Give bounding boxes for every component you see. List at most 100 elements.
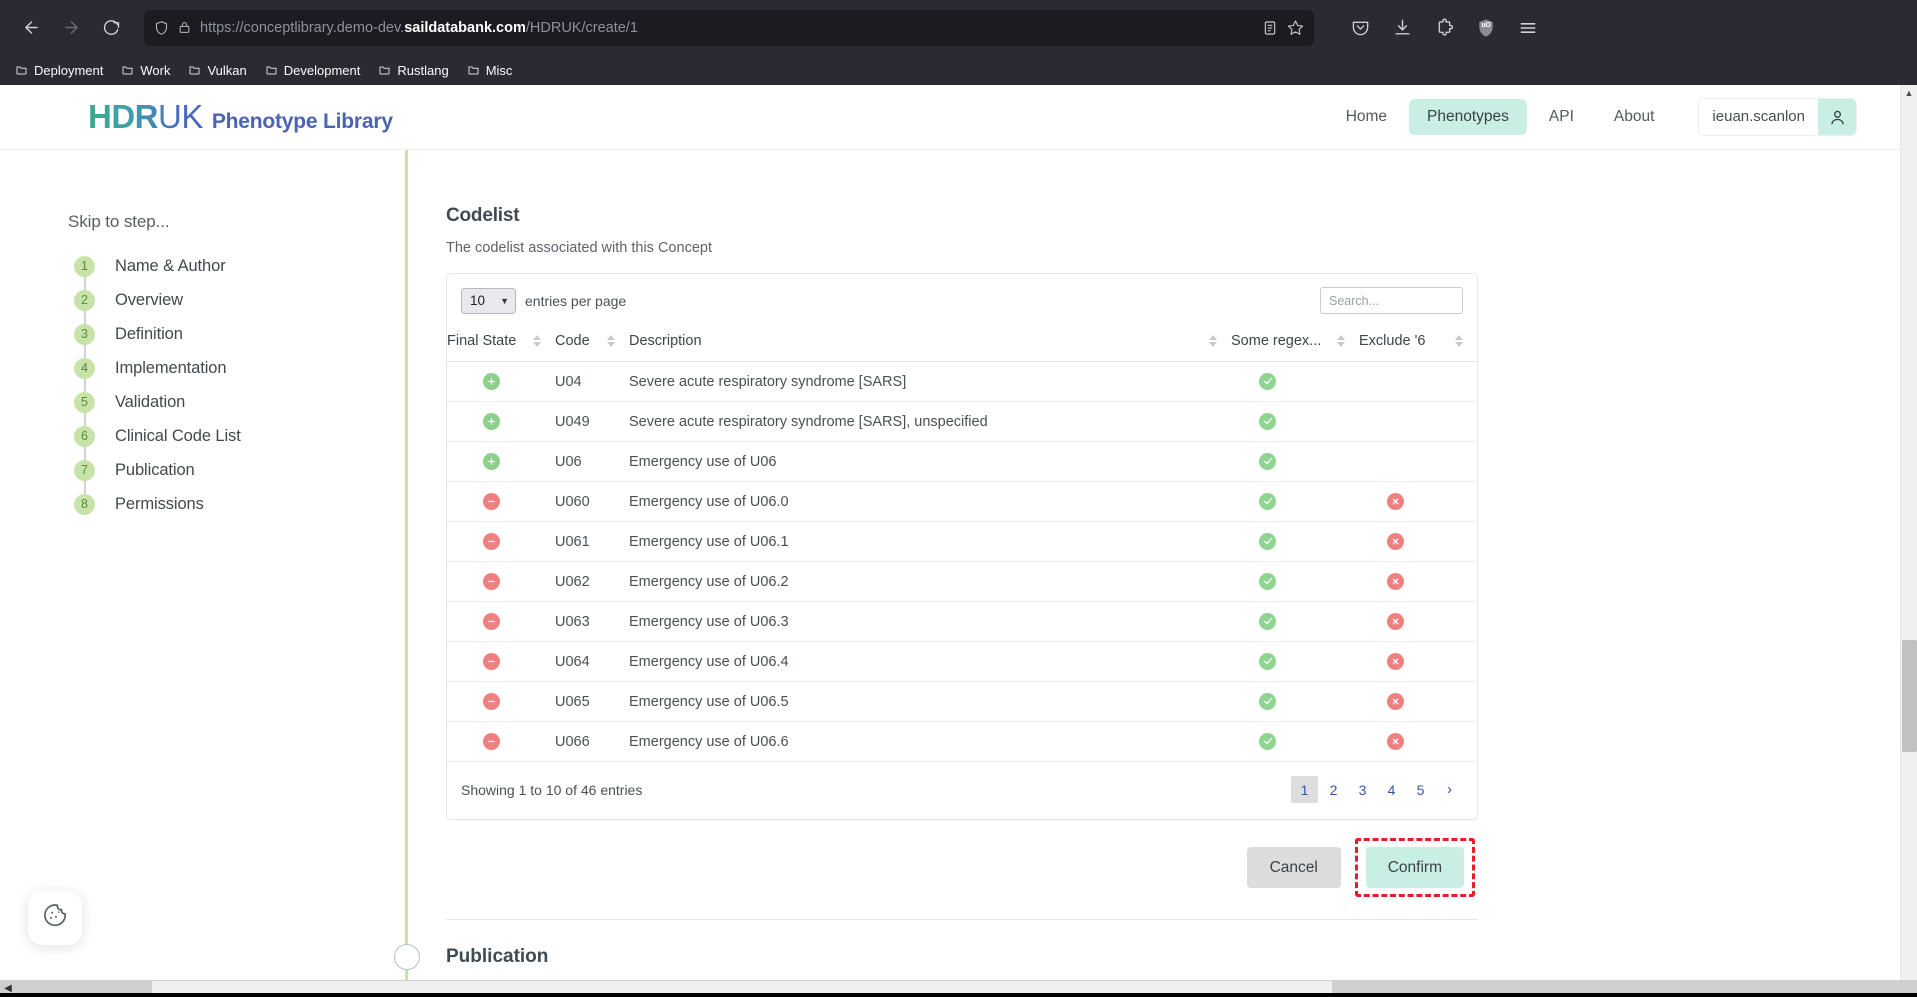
table-row: U060 Emergency use of U06.0 <box>447 481 1477 522</box>
ublock-origin-icon[interactable]: uO <box>1470 12 1502 44</box>
regex-check-icon <box>1259 412 1276 430</box>
pocket-icon[interactable] <box>1344 12 1376 44</box>
site-title: Phenotype Library <box>211 110 393 133</box>
sidebar-step-name-author[interactable]: 1 Name & Author <box>68 249 405 283</box>
scroll-up-icon[interactable]: ▲ <box>1901 85 1917 101</box>
cell-final-state <box>447 561 555 602</box>
cell-final-state <box>447 521 555 562</box>
exclude-minus-icon[interactable] <box>483 613 500 630</box>
regex-check-icon <box>1259 612 1276 630</box>
address-bar[interactable]: https://conceptlibrary.demo-dev.saildata… <box>144 9 1314 46</box>
column-header-exclude[interactable]: Exclude '6 <box>1359 327 1477 362</box>
vertical-scrollbar[interactable]: ▲ <box>1900 85 1917 997</box>
column-header-description[interactable]: Description <box>629 327 1231 362</box>
page-3-button[interactable]: 3 <box>1349 776 1376 803</box>
exclude-minus-icon[interactable] <box>483 653 500 670</box>
folder-icon <box>265 64 278 76</box>
sidebar-step-clinical-code-list[interactable]: 6 Clinical Code List <box>68 419 405 453</box>
url-scheme: https:// <box>200 19 244 36</box>
exclude-minus-icon[interactable] <box>483 573 500 590</box>
nav-about[interactable]: About <box>1596 99 1673 135</box>
column-header-final-state[interactable]: Final State <box>447 327 555 362</box>
cancel-button[interactable]: Cancel <box>1246 847 1341 888</box>
column-label: Description <box>629 333 702 349</box>
regex-check-icon <box>1259 452 1276 470</box>
regex-check-icon <box>1259 492 1276 510</box>
bookmark-label: Work <box>140 62 171 78</box>
page-title: Codelist <box>446 205 520 226</box>
page-1-button[interactable]: 1 <box>1291 776 1318 803</box>
reader-view-icon[interactable] <box>1262 20 1278 36</box>
star-icon[interactable] <box>1287 19 1304 36</box>
bookmark-misc[interactable]: Misc <box>460 60 520 81</box>
cell-exclude <box>1359 561 1477 602</box>
confirm-button[interactable]: Confirm <box>1365 847 1464 888</box>
column-header-code[interactable]: Code <box>555 327 629 362</box>
page-subtitle: The codelist associated with this Concep… <box>446 240 712 256</box>
main-navigation: Home Phenotypes API About ieuan.scanlon <box>1328 98 1857 136</box>
regex-check-icon <box>1259 572 1276 590</box>
bookmark-vulkan[interactable]: Vulkan <box>181 60 253 81</box>
exclude-minus-icon[interactable] <box>483 533 500 550</box>
include-plus-icon[interactable] <box>483 453 500 470</box>
cell-description: Emergency use of U06.0 <box>629 481 1231 522</box>
sidebar-step-definition[interactable]: 3 Definition <box>68 317 405 351</box>
cell-exclude <box>1359 401 1477 442</box>
step-label: Permissions <box>115 494 204 513</box>
page-5-button[interactable]: 5 <box>1407 776 1434 803</box>
skip-to-step-label: Skip to step... <box>68 212 170 231</box>
hamburger-menu-icon[interactable] <box>1512 12 1544 44</box>
page-2-button[interactable]: 2 <box>1320 776 1347 803</box>
extensions-puzzle-icon[interactable] <box>1428 12 1460 44</box>
search-input[interactable] <box>1320 287 1463 314</box>
vertical-scrollbar-thumb[interactable] <box>1902 640 1917 752</box>
back-arrow-icon[interactable] <box>14 11 48 45</box>
table-row: U064 Emergency use of U06.4 <box>447 641 1477 682</box>
bookmark-label: Vulkan <box>207 62 247 78</box>
url-subdomain: conceptlibrary.demo-dev. <box>243 19 405 36</box>
cell-description: Severe acute respiratory syndrome [SARS]… <box>629 401 1231 442</box>
exclude-minus-icon[interactable] <box>483 493 500 510</box>
user-avatar-icon[interactable] <box>1818 99 1856 135</box>
page-4-button[interactable]: 4 <box>1378 776 1405 803</box>
cell-exclude <box>1359 361 1477 402</box>
regex-check-icon <box>1259 692 1276 710</box>
sort-icon <box>1455 335 1477 347</box>
cell-code: U04 <box>555 361 629 402</box>
cell-code: U065 <box>555 681 629 722</box>
cell-code: U06 <box>555 441 629 482</box>
next-page-button[interactable]: › <box>1436 776 1463 803</box>
exclude-minus-icon[interactable] <box>483 693 500 710</box>
nav-home[interactable]: Home <box>1328 99 1405 135</box>
bookmark-deployment[interactable]: Deployment <box>8 60 110 81</box>
exclude-minus-icon[interactable] <box>483 733 500 750</box>
hdruk-logo: HDRUK <box>88 100 203 133</box>
step-label: Clinical Code List <box>115 426 241 445</box>
bookmark-development[interactable]: Development <box>258 60 368 81</box>
nav-api[interactable]: API <box>1531 99 1592 135</box>
bookmark-work[interactable]: Work <box>114 60 177 81</box>
step-number: 6 <box>74 425 95 447</box>
brand[interactable]: HDRUK Phenotype Library <box>88 100 393 134</box>
column-header-some-regex[interactable]: Some regex... <box>1231 327 1359 362</box>
sidebar-step-publication[interactable]: 7 Publication <box>68 453 405 487</box>
include-plus-icon[interactable] <box>483 373 500 390</box>
reload-icon[interactable] <box>94 11 128 45</box>
cell-some-regex <box>1231 641 1359 682</box>
next-section-title: Publication <box>446 946 549 967</box>
cell-some-regex <box>1231 481 1359 522</box>
sidebar-step-overview[interactable]: 2 Overview <box>68 283 405 317</box>
nav-phenotypes[interactable]: Phenotypes <box>1409 99 1527 135</box>
sidebar-step-validation[interactable]: 5 Validation <box>68 385 405 419</box>
account-menu[interactable]: ieuan.scanlon <box>1698 98 1857 136</box>
bookmark-rustlang[interactable]: Rustlang <box>371 60 455 81</box>
step-label: Name & Author <box>115 256 226 275</box>
download-icon[interactable] <box>1386 12 1418 44</box>
sidebar-step-implementation[interactable]: 4 Implementation <box>68 351 405 385</box>
cell-final-state <box>447 401 555 442</box>
include-plus-icon[interactable] <box>483 413 500 430</box>
entries-per-page-select[interactable]: 10 25 50 100 <box>461 287 516 314</box>
sidebar-step-permissions[interactable]: 8 Permissions <box>68 487 405 521</box>
cookie-settings-button[interactable] <box>28 891 82 945</box>
shield-icon <box>154 20 169 36</box>
